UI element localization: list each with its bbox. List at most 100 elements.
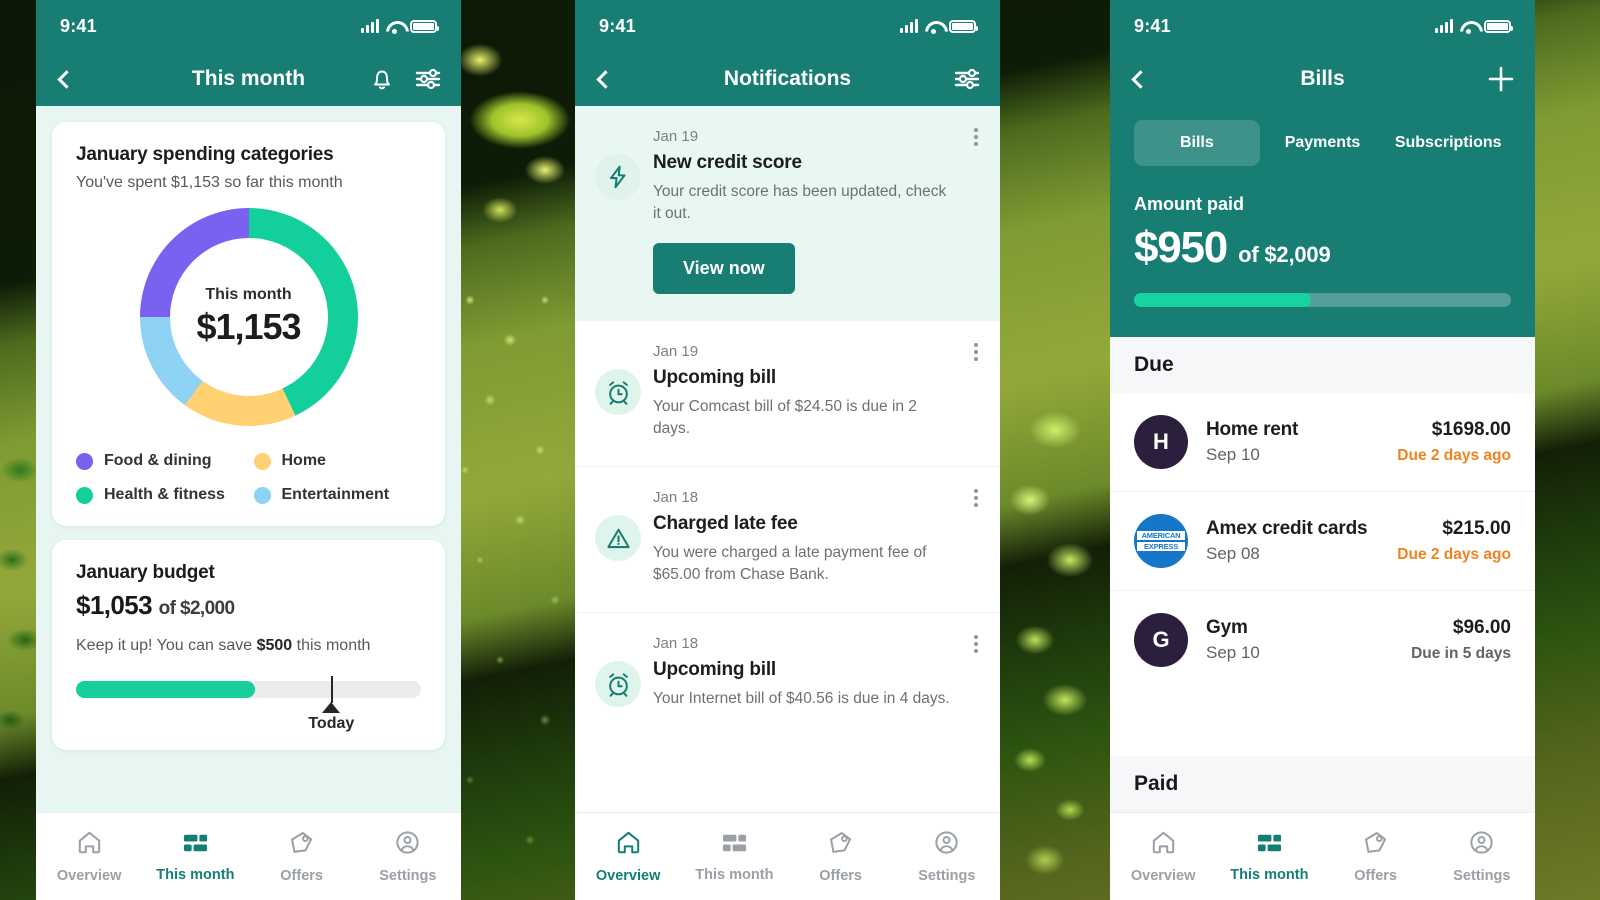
donut-ring: This month $1,153 <box>139 208 358 426</box>
status-bar: 9:41 <box>1110 0 1535 52</box>
notification-title: Charged late fee <box>653 513 798 534</box>
notification-options-button[interactable] <box>974 128 978 146</box>
filter-button[interactable] <box>954 68 980 90</box>
app-bar-notifications: Notifications <box>575 52 1000 106</box>
wifi-icon <box>925 20 942 34</box>
amex-line-2: EXPRESS <box>1137 542 1185 552</box>
lightning-bolt-icon <box>595 154 641 200</box>
bill-name: Amex credit cards <box>1206 518 1368 539</box>
bell-icon <box>374 70 390 90</box>
cellular-signal-icon <box>361 18 379 33</box>
status-bar-icons <box>1435 18 1513 34</box>
bill-name: Gym <box>1206 617 1248 638</box>
notification-body: Jan 18 Charged late fee You were charged a… <box>653 489 974 586</box>
nav-item-offers[interactable]: Offers <box>788 829 894 884</box>
app-bar-bills: Bills <box>1110 52 1535 106</box>
back-button[interactable] <box>1130 69 1150 89</box>
notification-description: Your credit score has been updated, chec… <box>653 183 947 222</box>
notification-body: Jan 19 New credit score Your credit score … <box>653 128 974 294</box>
back-button[interactable] <box>595 69 615 89</box>
legend-label: Entertainment <box>281 486 390 503</box>
cellular-signal-icon <box>1435 18 1453 33</box>
status-bar-icons <box>361 18 439 34</box>
bill-date: Sep 10 <box>1206 445 1260 464</box>
notification-item[interactable]: Jan 18 Upcoming bill Your Internet bill of… <box>575 612 1000 736</box>
notification-item[interactable]: Jan 18 Charged late fee You were charged a… <box>575 466 1000 612</box>
bills-tab-payments[interactable]: Payments <box>1260 120 1386 166</box>
nav-item-overview[interactable]: Overview <box>575 829 681 884</box>
home-icon <box>615 829 642 861</box>
add-bill-button[interactable] <box>1487 65 1515 93</box>
nav-item-this-month[interactable]: This month <box>142 831 248 883</box>
bill-date: Sep 10 <box>1206 643 1260 662</box>
budget-note-amount: $500 <box>256 637 293 654</box>
bill-status-badge: Due 2 days ago <box>1397 447 1511 464</box>
due-bills-list: H Home rent Sep 10 $1698.00 Due 2 days ago AM… <box>1110 393 1535 756</box>
back-button[interactable] <box>56 69 76 89</box>
bill-name: Home rent <box>1206 419 1299 440</box>
notification-body: Jan 18 Upcoming bill Your Internet bill of… <box>653 635 974 710</box>
amex-logo-icon: AMERICAN EXPRESS <box>1134 514 1188 568</box>
notification-options-button[interactable] <box>974 343 978 361</box>
notification-date: Jan 19 <box>653 128 699 145</box>
bills-tab-bills[interactable]: Bills <box>1134 120 1260 166</box>
phone-screen-notifications: 9:41 Notifications Jan 19New credit sco <box>575 0 1000 900</box>
budget-amount: $1,053 of $2,000 <box>76 590 421 621</box>
filter-button[interactable] <box>415 68 441 90</box>
view-now-button[interactable]: View now <box>653 243 795 294</box>
phone-screen-bills: 9:41 Bills Bills Payments Subscriptions Am… <box>1110 0 1535 900</box>
nav-item-this-month[interactable]: This month <box>1216 831 1322 883</box>
status-bar-time: 9:41 <box>60 15 97 36</box>
budget-note-prefix: Keep it up! You can save <box>76 637 257 654</box>
nav-item-label: This month <box>695 866 774 883</box>
status-bar: 9:41 <box>36 0 461 52</box>
bills-tab-subscriptions[interactable]: Subscriptions <box>1385 120 1511 166</box>
chevron-left-icon <box>57 69 76 89</box>
nav-item-settings[interactable]: Settings <box>894 829 1000 884</box>
legend-color-swatch <box>76 486 93 504</box>
notification-date: Jan 19 <box>653 343 699 360</box>
budget-spent: $1,053 <box>76 590 153 620</box>
legend-item-food-dining: Food & dining <box>76 452 244 470</box>
home-icon <box>76 829 103 861</box>
nav-item-settings[interactable]: Settings <box>355 829 461 884</box>
plus-icon <box>1488 66 1514 92</box>
bills-tab-bar: Bills Payments Subscriptions <box>1134 120 1511 166</box>
bill-row[interactable]: AMERICAN EXPRESS Amex credit cards Sep 08 $2… <box>1110 491 1535 590</box>
spending-card-title: January spending categories <box>76 144 334 165</box>
account-icon <box>394 829 421 861</box>
legend-item-home: Home <box>253 452 422 470</box>
nav-item-overview[interactable]: Overview <box>1110 829 1216 884</box>
notification-item[interactable]: Jan 19 Upcoming bill Your Comcast bill of … <box>575 320 1000 466</box>
cards-icon <box>1256 831 1283 860</box>
chart-legend: Food & dining Home Health & fitness Enterta… <box>76 452 421 504</box>
amount-paid-value: $950 of $2,009 <box>1134 223 1511 273</box>
bill-amount-block: $1698.00 Due 2 days ago <box>1397 419 1511 465</box>
cards-icon <box>721 831 748 860</box>
notifications-button[interactable] <box>371 67 393 91</box>
offers-icon <box>288 829 315 861</box>
bill-row[interactable]: H Home rent Sep 10 $1698.00 Due 2 days ago <box>1110 393 1535 491</box>
account-icon <box>1468 829 1495 861</box>
nav-item-settings[interactable]: Settings <box>1429 829 1535 884</box>
amount-paid-label: Amount paid <box>1134 194 1244 214</box>
battery-icon <box>1484 19 1513 33</box>
nav-item-label: Offers <box>819 868 862 884</box>
nav-item-label: Offers <box>280 868 323 884</box>
notification-item[interactable]: Jan 19 New credit score Your credit score … <box>575 106 1000 320</box>
legend-color-swatch <box>253 486 271 504</box>
bill-row[interactable]: G Gym Sep 10 $96.00 Due in 5 days <box>1110 590 1535 689</box>
notification-options-button[interactable] <box>974 635 978 653</box>
nav-item-offers[interactable]: Offers <box>249 829 355 884</box>
nav-item-overview[interactable]: Overview <box>36 829 142 884</box>
notification-options-button[interactable] <box>974 489 978 507</box>
amount-paid-progress-bar <box>1134 293 1511 307</box>
nav-item-offers[interactable]: Offers <box>1323 829 1429 884</box>
status-bar-icons <box>900 18 978 34</box>
nav-item-label: Settings <box>1453 868 1511 884</box>
nav-item-label: Overview <box>595 868 661 884</box>
bill-info: Gym Sep 10 <box>1206 617 1411 663</box>
nav-item-this-month[interactable]: This month <box>681 831 787 883</box>
amount-paid-progress-fill <box>1134 293 1312 307</box>
this-month-content: January spending categories You've spent… <box>36 106 461 812</box>
